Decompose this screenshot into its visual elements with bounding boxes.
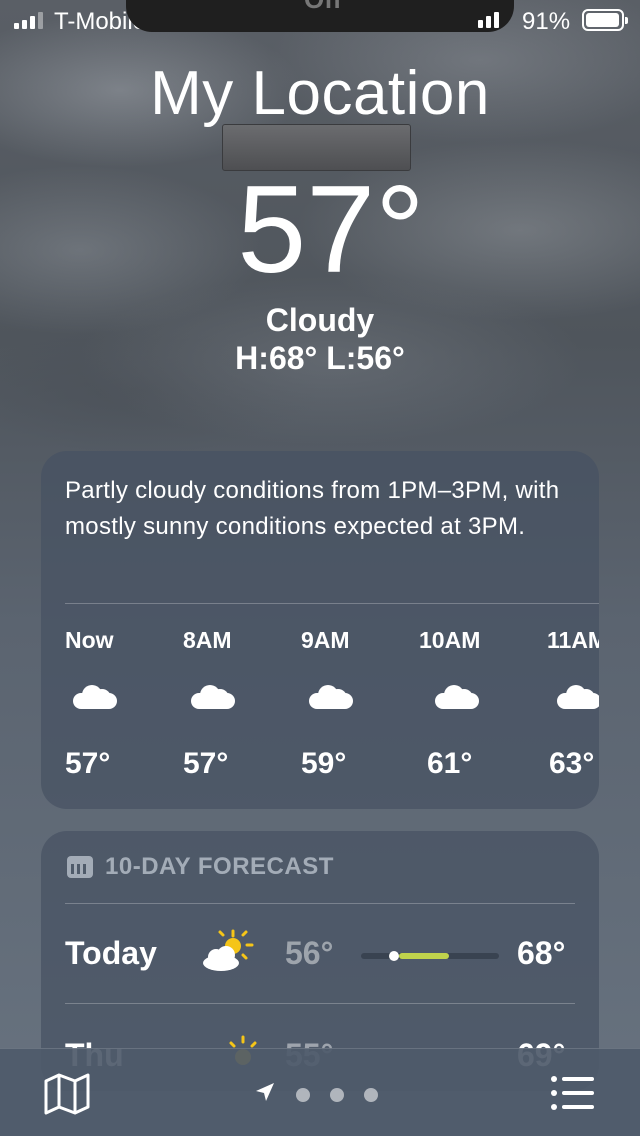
cloud-icon bbox=[191, 683, 235, 709]
current-temperature-marker bbox=[389, 951, 399, 961]
hour-temperature: 63° bbox=[549, 747, 595, 780]
hour-time: Now bbox=[65, 627, 114, 653]
forecast-high: 68° bbox=[517, 935, 566, 971]
forecast-low: 56° bbox=[285, 935, 334, 971]
forecast-day-row[interactable]: Today 56° 68° bbox=[65, 929, 575, 995]
page-dot bbox=[296, 1087, 310, 1102]
hour-temperature: 59° bbox=[301, 747, 347, 780]
forecast-day: Today bbox=[65, 935, 157, 971]
hour-item: 9AM 59° bbox=[301, 627, 411, 780]
calendar-icon bbox=[67, 856, 93, 878]
page-dot bbox=[364, 1087, 378, 1102]
cellular-signal-icon bbox=[14, 12, 43, 29]
hour-item: 11AM 63° bbox=[547, 627, 599, 780]
hour-time: 10AM bbox=[419, 627, 481, 653]
forecast-summary: Partly cloudy conditions from 1PM–3PM, w… bbox=[65, 477, 560, 540]
hour-temperature: 57° bbox=[65, 747, 111, 780]
card-divider bbox=[65, 1003, 575, 1004]
partly-sunny-icon bbox=[199, 929, 255, 978]
cloud-icon bbox=[309, 683, 353, 709]
hour-time: 8AM bbox=[183, 627, 232, 653]
hour-time: 9AM bbox=[301, 627, 350, 653]
current-temperature: 57° bbox=[237, 161, 425, 299]
battery-percentage: 91% bbox=[522, 8, 571, 35]
dynamic-island: Off bbox=[126, 0, 514, 32]
temperature-range-bar bbox=[361, 951, 499, 961]
hour-item: 10AM 61° bbox=[419, 627, 529, 780]
hour-item: 8AM 57° bbox=[183, 627, 293, 780]
hourly-forecast-card[interactable]: Partly cloudy conditions from 1PM–3PM, w… bbox=[41, 451, 599, 809]
forecast-heading: 10-DAY FORECAST bbox=[67, 853, 334, 881]
hourly-forecast-scroller[interactable]: Now 57° 8AM 57° 9AM 59° 10AM 61° 11AM 63… bbox=[65, 627, 599, 797]
card-divider bbox=[65, 903, 575, 904]
forecast-heading-label: 10-DAY FORECAST bbox=[105, 853, 334, 880]
bottom-toolbar bbox=[0, 1048, 640, 1136]
hour-temperature: 61° bbox=[427, 747, 473, 780]
notch-label: Off bbox=[304, 0, 342, 15]
battery-icon bbox=[582, 9, 628, 31]
hour-temperature: 57° bbox=[183, 747, 229, 780]
location-header: My Location bbox=[0, 58, 640, 129]
cloud-icon bbox=[435, 683, 479, 709]
page-dot bbox=[330, 1087, 344, 1102]
card-divider bbox=[65, 603, 599, 604]
page-indicator[interactable] bbox=[254, 1081, 378, 1108]
location-title: My Location bbox=[150, 59, 490, 128]
temperature-range-fill bbox=[399, 953, 449, 959]
hour-time: 11AM bbox=[547, 627, 599, 653]
high-low-temperature: H:68° L:56° bbox=[235, 340, 405, 376]
hour-item: Now 57° bbox=[65, 627, 175, 780]
secondary-signal-icon bbox=[478, 12, 499, 28]
list-icon[interactable] bbox=[550, 1075, 596, 1116]
cloud-icon bbox=[557, 683, 599, 709]
current-condition: Cloudy bbox=[265, 302, 375, 338]
cloud-icon bbox=[73, 683, 117, 709]
status-bar: T-Mobile Off 91% bbox=[0, 0, 640, 44]
map-icon[interactable] bbox=[44, 1073, 90, 1120]
location-arrow-icon bbox=[254, 1081, 276, 1108]
